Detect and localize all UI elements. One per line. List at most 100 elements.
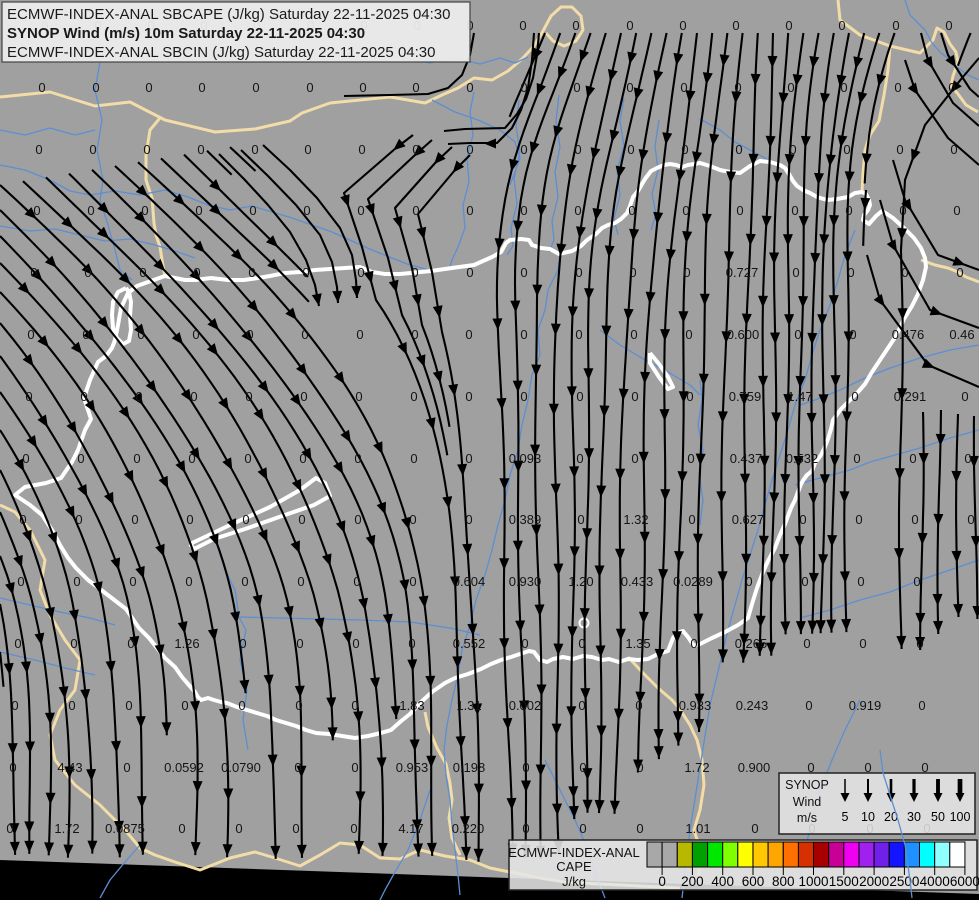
svg-text:0: 0 xyxy=(626,80,633,95)
svg-text:0: 0 xyxy=(356,327,363,342)
svg-text:0: 0 xyxy=(911,512,918,527)
svg-text:0: 0 xyxy=(17,574,24,589)
svg-text:0: 0 xyxy=(520,327,527,342)
svg-text:0: 0 xyxy=(351,698,358,713)
svg-text:0: 0 xyxy=(80,389,87,404)
svg-text:0: 0 xyxy=(408,636,415,651)
svg-text:0: 0 xyxy=(736,203,743,218)
svg-text:0: 0 xyxy=(576,451,583,466)
svg-text:0: 0 xyxy=(241,574,248,589)
svg-text:0: 0 xyxy=(411,327,418,342)
svg-text:0.476: 0.476 xyxy=(892,327,925,342)
svg-text:0: 0 xyxy=(520,203,527,218)
svg-text:0: 0 xyxy=(853,451,860,466)
svg-text:0: 0 xyxy=(838,18,845,33)
svg-text:0: 0 xyxy=(303,203,310,218)
svg-text:0: 0 xyxy=(6,821,13,836)
svg-text:0: 0 xyxy=(244,451,251,466)
svg-text:0: 0 xyxy=(299,451,306,466)
svg-text:0: 0 xyxy=(11,698,18,713)
svg-text:0: 0 xyxy=(849,327,856,342)
svg-text:0: 0 xyxy=(92,80,99,95)
svg-text:0: 0 xyxy=(357,265,364,280)
svg-text:0: 0 xyxy=(190,389,197,404)
svg-text:0: 0 xyxy=(520,142,527,157)
svg-text:0: 0 xyxy=(859,636,866,651)
svg-text:0: 0 xyxy=(913,574,920,589)
svg-text:0: 0 xyxy=(295,698,302,713)
svg-text:0: 0 xyxy=(87,203,94,218)
svg-text:0: 0 xyxy=(466,142,473,157)
svg-text:0.0875: 0.0875 xyxy=(105,821,145,836)
svg-text:0: 0 xyxy=(188,451,195,466)
svg-text:0: 0 xyxy=(658,874,666,889)
svg-text:0.433: 0.433 xyxy=(621,574,654,589)
svg-text:0: 0 xyxy=(131,512,138,527)
svg-text:0: 0 xyxy=(629,265,636,280)
svg-text:0: 0 xyxy=(892,18,899,33)
svg-text:0: 0 xyxy=(139,265,146,280)
svg-text:4.43: 4.43 xyxy=(57,760,82,775)
svg-text:0: 0 xyxy=(27,327,34,342)
svg-text:0: 0 xyxy=(791,203,798,218)
svg-text:4000: 4000 xyxy=(920,874,950,889)
svg-text:0: 0 xyxy=(410,451,417,466)
svg-text:0.552: 0.552 xyxy=(453,636,486,651)
svg-text:0: 0 xyxy=(631,451,638,466)
svg-text:0.759: 0.759 xyxy=(729,389,762,404)
svg-text:6000: 6000 xyxy=(950,874,979,889)
svg-text:0: 0 xyxy=(918,698,925,713)
svg-text:0: 0 xyxy=(751,821,758,836)
svg-text:1.83: 1.83 xyxy=(399,698,424,713)
svg-text:0.291: 0.291 xyxy=(894,389,927,404)
svg-text:0: 0 xyxy=(354,512,361,527)
svg-text:0: 0 xyxy=(127,636,134,651)
svg-text:0: 0 xyxy=(82,327,89,342)
svg-text:5: 5 xyxy=(842,810,849,824)
svg-text:0: 0 xyxy=(251,142,258,157)
svg-text:0: 0 xyxy=(465,327,472,342)
svg-text:0: 0 xyxy=(409,574,416,589)
svg-text:1.35: 1.35 xyxy=(625,636,650,651)
svg-text:0: 0 xyxy=(734,80,741,95)
svg-text:0: 0 xyxy=(304,142,311,157)
svg-text:0: 0 xyxy=(411,265,418,280)
svg-text:0: 0 xyxy=(306,80,313,95)
svg-text:0: 0 xyxy=(22,451,29,466)
svg-text:0: 0 xyxy=(576,389,583,404)
svg-text:1500: 1500 xyxy=(829,874,859,889)
svg-text:0: 0 xyxy=(125,698,132,713)
svg-text:m/s: m/s xyxy=(797,811,817,825)
svg-text:0: 0 xyxy=(732,18,739,33)
svg-text:1.01: 1.01 xyxy=(685,821,710,836)
svg-text:1.20: 1.20 xyxy=(568,574,593,589)
svg-text:0: 0 xyxy=(410,389,417,404)
svg-text:0: 0 xyxy=(953,203,960,218)
svg-text:1.32: 1.32 xyxy=(623,512,648,527)
svg-text:0: 0 xyxy=(630,327,637,342)
svg-text:0.627: 0.627 xyxy=(732,512,765,527)
svg-text:0: 0 xyxy=(89,142,96,157)
svg-text:0: 0 xyxy=(636,760,643,775)
svg-text:0: 0 xyxy=(894,80,901,95)
svg-text:0: 0 xyxy=(294,760,301,775)
svg-text:0: 0 xyxy=(685,327,692,342)
svg-text:0.46: 0.46 xyxy=(949,327,974,342)
svg-text:0: 0 xyxy=(186,512,193,527)
svg-text:0: 0 xyxy=(851,389,858,404)
svg-text:0.265: 0.265 xyxy=(735,636,768,651)
svg-text:0: 0 xyxy=(197,142,204,157)
svg-text:0: 0 xyxy=(896,142,903,157)
svg-text:0: 0 xyxy=(636,821,643,836)
svg-text:0: 0 xyxy=(519,18,526,33)
svg-text:0: 0 xyxy=(522,821,529,836)
svg-text:0: 0 xyxy=(145,80,152,95)
svg-text:0: 0 xyxy=(574,203,581,218)
svg-text:0: 0 xyxy=(579,821,586,836)
svg-text:0: 0 xyxy=(412,80,419,95)
svg-text:1.47: 1.47 xyxy=(787,389,812,404)
svg-text:0: 0 xyxy=(409,512,416,527)
svg-text:0.0790: 0.0790 xyxy=(221,760,261,775)
svg-text:0: 0 xyxy=(679,18,686,33)
svg-text:0: 0 xyxy=(466,265,473,280)
